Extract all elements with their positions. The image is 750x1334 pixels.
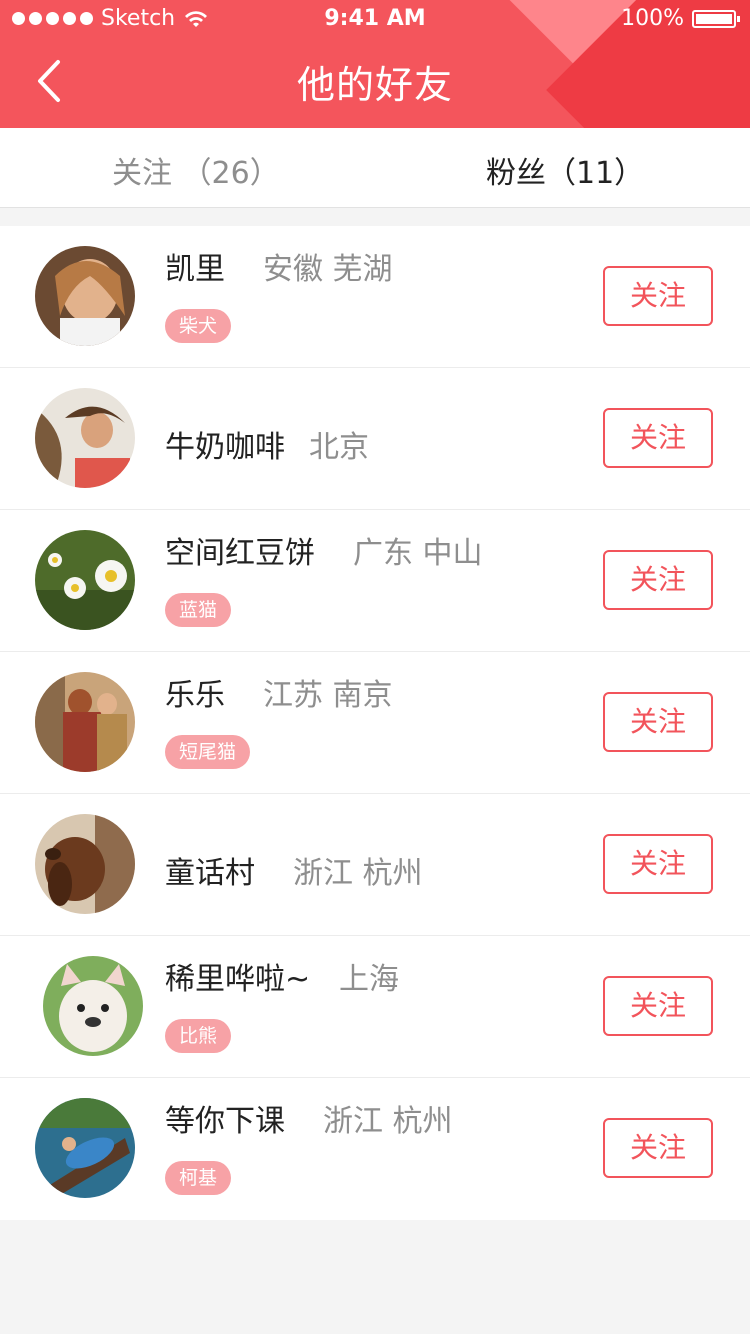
list-item[interactable]: 童话村 浙江 杭州 关注: [0, 794, 750, 936]
friend-location: 江苏 南京: [263, 678, 393, 713]
follow-button[interactable]: 关注: [603, 408, 713, 468]
header-bar: Sketch 9:41 AM 100% 他的好友: [0, 0, 750, 128]
list-item[interactable]: 等你下课 浙江 杭州 柯基 关注: [0, 1078, 750, 1220]
battery-percent: 100%: [621, 6, 684, 31]
friend-location: 浙江 杭州: [293, 856, 423, 891]
avatar: [35, 530, 135, 630]
follow-button[interactable]: 关注: [603, 1118, 713, 1178]
follow-button[interactable]: 关注: [603, 266, 713, 326]
avatar: [43, 956, 143, 1056]
friend-location: 广东 中山: [353, 536, 483, 571]
follow-button[interactable]: 关注: [603, 976, 713, 1036]
list-item[interactable]: 牛奶咖啡 北京 关注: [0, 368, 750, 510]
tab-fans[interactable]: 粉丝（11）: [486, 148, 644, 192]
friend-location: 浙江 杭州: [323, 1104, 453, 1139]
friend-location: 安徽 芜湖: [263, 252, 393, 287]
pet-tag: 比熊: [165, 1019, 232, 1053]
avatar: [35, 672, 135, 772]
friend-location: 北京: [309, 430, 369, 465]
avatar: [35, 388, 135, 488]
avatar: [35, 814, 135, 914]
list-item[interactable]: 空间红豆饼 广东 中山 蓝猫 关注: [0, 510, 750, 652]
follow-button[interactable]: 关注: [603, 692, 713, 752]
friend-name: 乐乐: [165, 678, 225, 713]
pet-tag: 柴犬: [165, 309, 232, 343]
pet-tag: 蓝猫: [165, 593, 232, 627]
pet-tag: 短尾猫: [165, 735, 251, 769]
friend-name: 童话村: [165, 856, 255, 891]
tab-following[interactable]: 关注 （26）: [112, 148, 280, 192]
page-title: 他的好友: [296, 63, 453, 107]
tab-bar: 关注 （26） 粉丝（11）: [0, 128, 750, 208]
friend-name: 空间红豆饼: [165, 536, 315, 571]
follow-button[interactable]: 关注: [603, 550, 713, 610]
battery-icon: [692, 9, 740, 28]
avatar: [35, 246, 135, 346]
avatar: [35, 1098, 135, 1198]
friend-name: 稀里哗啦~: [165, 962, 311, 997]
friend-list: 凯里 安徽 芜湖 柴犬 关注 牛奶咖啡 北京 关注 空间红豆饼 广东 中山 蓝猫…: [0, 226, 750, 1220]
list-item[interactable]: 乐乐 江苏 南京 短尾猫 关注: [0, 652, 750, 794]
list-item[interactable]: 凯里 安徽 芜湖 柴犬 关注: [0, 226, 750, 368]
friend-name: 牛奶咖啡: [165, 430, 285, 465]
follow-button[interactable]: 关注: [603, 834, 713, 894]
friend-location: 上海: [339, 962, 399, 997]
friend-name: 凯里: [165, 252, 225, 287]
status-right: 100%: [621, 6, 740, 31]
status-bar: Sketch 9:41 AM 100%: [0, 0, 750, 40]
friend-name: 等你下课: [165, 1104, 285, 1139]
pet-tag: 柯基: [165, 1161, 232, 1195]
list-item[interactable]: 稀里哗啦~ 上海 比熊 关注: [0, 936, 750, 1078]
